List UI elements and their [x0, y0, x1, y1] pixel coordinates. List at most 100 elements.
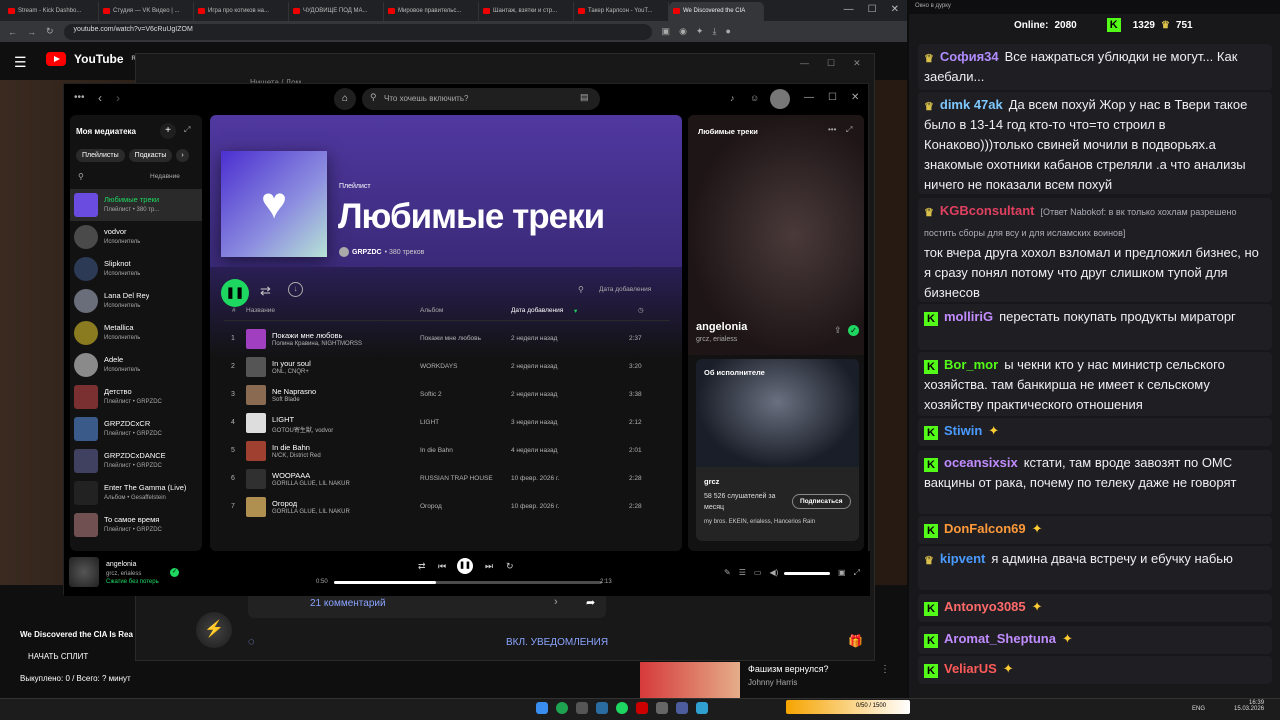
close-icon[interactable]: ✕ [891, 4, 899, 17]
library-item[interactable]: Enter The Gamma (Live) Альбом • Gesaffels… [70, 477, 202, 509]
volume-slider[interactable] [784, 572, 830, 575]
avatar[interactable] [770, 89, 790, 109]
clock[interactable]: 16:39 15.03.2026 [1234, 700, 1264, 712]
chat-username[interactable]: kipvent [940, 551, 986, 566]
expand-icon[interactable]: ⤢ [184, 125, 190, 135]
more-icon[interactable]: ••• [828, 125, 836, 134]
address-bar[interactable]: youtube.com/watch?v=V6cRuUgIZOM [63, 23, 652, 40]
library-item[interactable]: GRPZDCxCR Плейлист • GRPZDC [70, 413, 202, 445]
back-icon[interactable]: ← [8, 27, 17, 37]
chat-username[interactable]: VeliarUS [944, 661, 997, 676]
play-pause-button[interactable]: ❚❚ [457, 558, 473, 574]
extension-icon[interactable]: ✦ [696, 26, 704, 37]
track-row[interactable]: 3 Ne Naprasno Soft Blade Softic 2 2 недели н… [224, 381, 670, 409]
track-title[interactable]: In die Bahn [272, 443, 310, 452]
telegram-icon[interactable] [696, 702, 708, 714]
library-item[interactable]: Lana Del Rey Исполнитель [70, 285, 202, 317]
check-icon[interactable]: ✓ [848, 325, 859, 336]
browse-icon[interactable]: ▤ [580, 92, 589, 103]
minimize-icon[interactable]: — [844, 4, 854, 17]
app-icon[interactable] [656, 702, 668, 714]
search-input[interactable]: Что хочешь включить? [362, 88, 600, 110]
lyrics-icon[interactable]: ✎ [724, 568, 731, 577]
chat-username[interactable]: Aromat_Sheptuna [944, 631, 1056, 646]
start-split-button[interactable]: НАЧАТЬ СПЛИТ [28, 652, 88, 661]
repeat-icon[interactable]: ↻ [506, 561, 514, 572]
saved-icon[interactable]: ✓ [170, 568, 179, 577]
chat-username[interactable]: DonFalcon69 [944, 521, 1026, 536]
player-title[interactable]: angelonia [106, 561, 136, 568]
app-icon[interactable] [636, 702, 648, 714]
expand-icon[interactable]: ⤢ [846, 125, 852, 135]
track-album[interactable]: In die Bahn [420, 447, 453, 454]
browser-tab[interactable]: We Discovered the CIA [669, 2, 764, 21]
library-item[interactable]: Детство Плейлист • GRPZDC [70, 381, 202, 413]
menu-dots-icon[interactable]: ••• [74, 92, 85, 103]
tracklist-search-icon[interactable]: ⚲ [578, 285, 584, 294]
track-row[interactable]: 5 In die Bahn N/CK, District Red In die Bah… [224, 437, 670, 465]
follow-button[interactable]: Подписаться [792, 494, 851, 509]
artist-name[interactable]: grcz [704, 477, 719, 486]
track-artist[interactable]: N/CK, District Red [272, 453, 321, 459]
steam-icon[interactable] [596, 702, 608, 714]
start-icon[interactable] [536, 702, 548, 714]
extension-icon[interactable]: ◉ [679, 26, 687, 37]
player-artists[interactable]: grcz, erialess [106, 571, 141, 577]
youtube-logo[interactable]: YouTube RU [46, 52, 140, 66]
track-album[interactable]: LIGHT [420, 419, 439, 426]
now-playing-title[interactable]: angelonia [696, 321, 747, 333]
progress-widget[interactable]: 0/50 / 1500 [786, 700, 910, 714]
shuffle-icon[interactable]: ⇄ [418, 561, 426, 572]
track-title[interactable]: Покажи мне любовь [272, 331, 342, 340]
track-row[interactable]: 6 WOOPAAA GORILLA GLUE, LIL NAKUR RUSSIAN T… [224, 465, 670, 493]
playlist-owner[interactable]: GRPZDC [352, 249, 382, 256]
home-icon[interactable]: ⌂ [334, 88, 356, 110]
track-row[interactable]: 7 Огород GORILLA GLUE, LIL NAKUR Огород 10 ф… [224, 493, 670, 521]
previous-icon[interactable]: ⏮ [438, 561, 446, 572]
track-artist[interactable]: GORILLA GLUE, LIL NAKUR [272, 509, 350, 515]
track-artist[interactable]: ONL, CNQR+ [272, 369, 309, 375]
fullscreen-icon[interactable]: ⤢ [854, 568, 860, 578]
track-artist[interactable]: GOTOU寄生獣, vodvor [272, 425, 333, 434]
share-icon[interactable]: ➦ [586, 596, 595, 609]
nav-forward-icon[interactable]: › [116, 91, 120, 105]
track-title[interactable]: WOOPAAA [272, 471, 310, 480]
recommended-thumbnail[interactable] [640, 662, 740, 698]
library-item[interactable]: Любимые треки Плейлист • 380 тр... [70, 189, 202, 221]
track-album[interactable]: Огород [420, 503, 442, 510]
nav-back-icon[interactable]: ‹ [98, 91, 102, 105]
chat-username[interactable]: oceansixsix [944, 455, 1018, 470]
browser-tab[interactable]: Мировое правительс... [384, 2, 479, 21]
track-title[interactable]: Огород [272, 499, 297, 508]
chip-playlists[interactable]: Плейлисты [76, 149, 125, 162]
download-icon[interactable]: ⤓ [712, 26, 716, 37]
profile-icon[interactable]: ● [725, 26, 730, 37]
volume-icon[interactable]: ◀) [769, 568, 778, 577]
chip-podcasts[interactable]: Подкасты [128, 149, 173, 162]
maximize-icon[interactable]: ☐ [868, 4, 877, 17]
chat-username[interactable]: dimk 47ak [940, 97, 1003, 112]
recommended-title[interactable]: Фашизм вернулся? [748, 664, 829, 674]
miniplayer-icon[interactable]: ▣ [838, 568, 846, 578]
chat-username[interactable]: Antonyo3085 [944, 599, 1026, 614]
now-playing-artists[interactable]: grcz, erialess [696, 336, 737, 343]
gift-icon[interactable]: 🎁 [848, 634, 863, 648]
chat-username[interactable]: Bor_mor [944, 357, 998, 372]
add-icon[interactable]: + [160, 123, 176, 139]
pause-button[interactable]: ❚❚ [221, 279, 249, 307]
language-indicator[interactable]: ENG [1192, 706, 1205, 712]
chrome-icon[interactable] [556, 702, 568, 714]
track-row[interactable]: 2 In your soul ONL, CNQR+ WORKDAYS 2 недели … [224, 353, 670, 381]
spotify-icon[interactable] [616, 702, 628, 714]
library-item[interactable]: То самое время Плейлист • GRPZDC [70, 509, 202, 541]
chat-username[interactable]: Stiwin [944, 423, 982, 438]
library-item[interactable]: Adele Исполнитель [70, 349, 202, 381]
library-item[interactable]: Metallica Исполнитель [70, 317, 202, 349]
browser-tab[interactable]: Шантаж, взятки и стр... [479, 2, 574, 21]
track-title[interactable]: LIGHT [272, 415, 294, 424]
device-icon[interactable]: ▭ [754, 568, 762, 577]
browser-tab[interactable]: Игра про котиков на... [194, 2, 289, 21]
track-album[interactable]: Softic 2 [420, 391, 442, 398]
library-search-icon[interactable]: ⚲ [78, 172, 84, 181]
library-item[interactable]: vodvor Исполнитель [70, 221, 202, 253]
